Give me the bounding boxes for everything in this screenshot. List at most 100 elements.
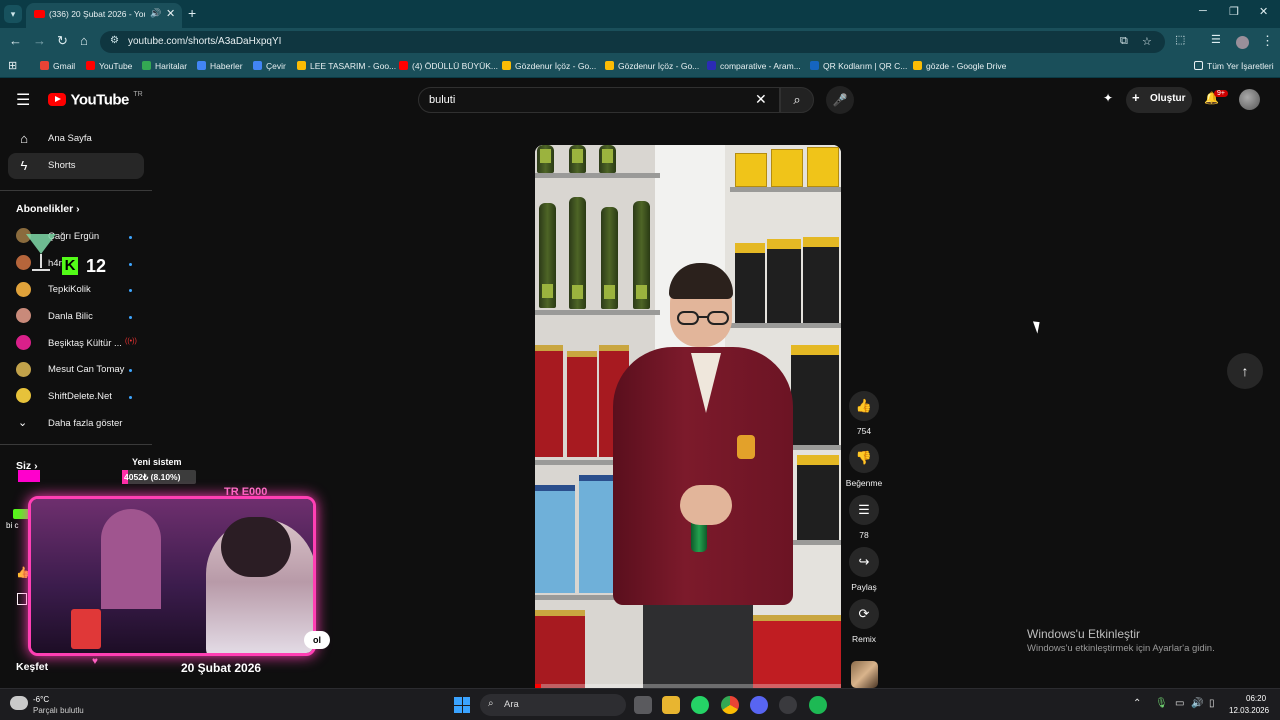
bookmark-maps[interactable]: Haritalar	[142, 61, 187, 71]
drive-icon	[605, 61, 614, 70]
previous-short-button[interactable]: ↑	[1227, 353, 1263, 389]
explore-heading: Keşfet	[16, 661, 49, 673]
new-content-dot	[129, 236, 132, 239]
cocktail-glass-icon	[26, 234, 56, 271]
obs-icon[interactable]	[779, 696, 797, 714]
whatsapp-icon[interactable]	[691, 696, 709, 714]
minimize-icon[interactable]: ─	[1199, 5, 1207, 17]
bookmark-gozdenur-1[interactable]: Gözdenur İçöz - Go...	[502, 61, 596, 71]
restore-icon[interactable]: ❐	[1229, 5, 1239, 18]
remix-label: Remix	[851, 634, 877, 644]
tab-title: (336) 20 Şubat 2026 - YouTube	[49, 9, 145, 19]
subscriptions-heading[interactable]: Abonelikler ›	[16, 203, 80, 215]
clock-time[interactable]: 06:20	[1246, 694, 1266, 703]
install-app-icon[interactable]: ⧉	[1120, 35, 1128, 48]
like-button[interactable]: 👍	[849, 391, 879, 421]
translate-icon	[253, 61, 262, 70]
webcam-overlay	[28, 496, 316, 656]
audio-thumbnail[interactable]	[851, 661, 878, 688]
all-bookmarks[interactable]: Tüm Yer İşaretleri	[1194, 61, 1274, 71]
new-tab-plus-icon[interactable]: +	[188, 5, 196, 21]
browser-menu-icon[interactable]: ⋮	[1261, 33, 1274, 49]
bookmark-translate[interactable]: Çevir	[253, 61, 286, 71]
home-icon[interactable]: ⌂	[80, 33, 88, 48]
mouse-cursor-icon	[1032, 319, 1044, 334]
tab-close-icon[interactable]: ✕	[166, 7, 175, 20]
qr-icon	[810, 61, 819, 70]
dislike-button[interactable]: 👎	[849, 443, 879, 473]
browser-tab-active[interactable]: (336) 20 Şubat 2026 - YouTube 🔊 ✕	[26, 3, 182, 28]
file-explorer-icon[interactable]	[662, 696, 680, 714]
clock-date[interactable]: 12.03.2026	[1229, 706, 1269, 715]
search-button[interactable]: ⌕	[780, 87, 814, 113]
cast-icon[interactable]: ✦	[1103, 91, 1113, 105]
bookmark-gozde-drive[interactable]: gözde - Google Drive	[913, 61, 1006, 71]
display-icon[interactable]: ▭	[1175, 698, 1184, 709]
site-info-icon[interactable]: ⚙	[110, 35, 119, 46]
bookmark-youtube[interactable]: YouTube	[86, 61, 132, 71]
bookmark-lee-tasarim[interactable]: LEE TASARIM - Goo...	[297, 61, 396, 71]
kick-logo-icon: K	[62, 257, 78, 275]
sidebar-divider	[0, 444, 152, 445]
task-view-icon[interactable]	[634, 696, 652, 714]
tray-chevron-up-icon[interactable]: ⌃	[1133, 698, 1141, 709]
remix-button[interactable]: ⟳	[849, 599, 879, 629]
voice-search-mic-icon[interactable]: 🎤	[826, 86, 854, 114]
youtube-play-icon	[48, 93, 66, 107]
profile-avatar[interactable]	[1236, 36, 1249, 49]
remix-icon: ⟳	[858, 606, 870, 621]
back-arrow-icon[interactable]: ←	[9, 33, 22, 48]
extensions-icon[interactable]: ⬚	[1175, 33, 1185, 46]
bookmark-comparative[interactable]: comparative - Aram...	[707, 61, 801, 71]
comment-count: 78	[859, 530, 869, 540]
search-input[interactable]: buluti ✕	[418, 87, 780, 113]
new-content-dot	[129, 396, 132, 399]
spotify-icon[interactable]	[809, 696, 827, 714]
browser-tab-bar: ▾ (336) 20 Şubat 2026 - YouTube 🔊 ✕ + ─ …	[0, 0, 1280, 28]
tab-search-dropdown-icon[interactable]: ▾	[4, 5, 22, 23]
overlay-side-text: bi c	[6, 521, 19, 530]
home-icon: ⌂	[20, 131, 28, 146]
notification-count-badge: 9+	[1214, 90, 1228, 97]
drive-icon	[913, 61, 922, 70]
goal-progress-text: 4052₺ (8.10%)	[124, 472, 181, 482]
youtube-logo[interactable]: YouTube TR	[48, 91, 143, 109]
bookmark-qr[interactable]: QR Kodlarım | QR C...	[810, 61, 907, 71]
address-url: youtube.com/shorts/A3aDaHxpqYI	[128, 36, 282, 47]
bookmark-news[interactable]: Haberler	[197, 61, 243, 71]
taskbar-search[interactable]: ⌕ Ara	[480, 694, 626, 716]
create-button[interactable]: + Oluştur	[1126, 87, 1192, 113]
discord-icon[interactable]	[750, 696, 768, 714]
comment-icon: ☰	[858, 502, 870, 517]
channel-avatar	[16, 362, 31, 377]
battery-icon[interactable]: ▯	[1209, 698, 1215, 709]
bookmark-gozdenur-2[interactable]: Gözdenur İçöz - Go...	[605, 61, 699, 71]
window-close-icon[interactable]: ✕	[1259, 5, 1268, 18]
like-count: 754	[856, 426, 872, 436]
bookmark-gmail[interactable]: Gmail	[40, 61, 75, 71]
bookmark-odullu[interactable]: (4) ÖDÜLLÜ BÜYÜK...	[399, 61, 498, 71]
reload-icon[interactable]: ↻	[57, 33, 68, 49]
address-bar[interactable]: ⚙ youtube.com/shorts/A3aDaHxpqYI ⧉ ☆	[100, 31, 1165, 53]
microphone-icon[interactable]: 🎙	[1155, 698, 1168, 709]
windows-start-icon[interactable]	[454, 697, 470, 713]
media-control-icon[interactable]: ☰	[1211, 33, 1221, 46]
thumbs-down-icon: 👎	[855, 450, 873, 465]
forward-arrow-icon[interactable]: →	[33, 33, 46, 48]
bookmark-star-icon[interactable]: ☆	[1142, 35, 1152, 48]
hamburger-menu-icon[interactable]: ☰	[16, 90, 30, 110]
volume-icon[interactable]: 🔊	[1191, 698, 1203, 709]
share-label: Paylaş	[851, 582, 877, 592]
clear-search-icon[interactable]: ✕	[755, 91, 767, 108]
short-video-player[interactable]	[535, 145, 841, 688]
thumbs-up-icon: 👍	[855, 398, 873, 413]
share-button[interactable]: ↪	[849, 547, 879, 577]
apps-grid-icon[interactable]: ⊞	[8, 59, 17, 72]
sidebar-item-shorts[interactable]: ϟ Shorts	[8, 153, 144, 179]
sidebar-item-home[interactable]: ⌂ Ana Sayfa	[8, 126, 144, 152]
chrome-icon[interactable]	[721, 696, 739, 714]
account-avatar[interactable]	[1239, 89, 1260, 110]
tab-audio-icon[interactable]: 🔊	[150, 8, 161, 19]
comments-button[interactable]: ☰	[849, 495, 879, 525]
youtube-favicon-icon	[34, 10, 45, 18]
